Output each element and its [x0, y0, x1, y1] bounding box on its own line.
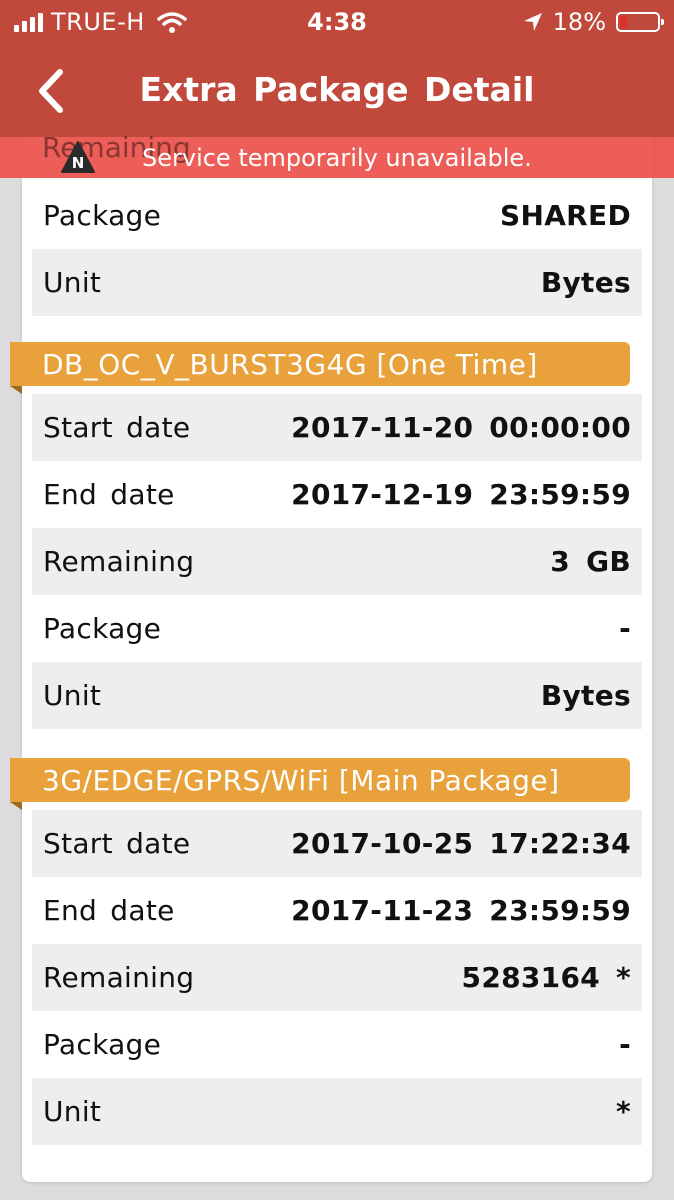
- svg-text:N: N: [72, 154, 85, 172]
- row-value: 3 GB: [550, 545, 631, 578]
- battery-percent: 18%: [552, 8, 606, 36]
- detail-row-unit: Unit Bytes: [32, 662, 642, 729]
- section-header-burst: DB_OC_V_BURST3G4G [One Time]: [10, 342, 630, 394]
- row-label: Package: [43, 1028, 162, 1061]
- package-detail-card: Package SHARED Unit Bytes DB_OC_V_BURST3…: [10, 120, 652, 1182]
- row-value: SHARED: [500, 199, 631, 232]
- row-value: -: [619, 1028, 631, 1061]
- row-label: Unit: [43, 679, 102, 712]
- row-value: Bytes: [540, 266, 631, 299]
- row-label: End date: [43, 478, 175, 511]
- row-label: Unit: [43, 266, 102, 299]
- status-bar: TRUE-H 4:38 18%: [0, 0, 674, 46]
- detail-row-end-date: End date 2017-11-23 23:59:59: [32, 877, 642, 944]
- row-label: End date: [43, 894, 175, 927]
- row-value: 5283164 *: [461, 961, 631, 994]
- row-value: Bytes: [540, 679, 631, 712]
- row-value: 2017-11-23 23:59:59: [291, 894, 631, 927]
- battery-icon: [616, 12, 664, 32]
- detail-row-unit: Unit Bytes: [32, 249, 642, 316]
- warning-message: Service temporarily unavailable.: [142, 144, 532, 172]
- location-arrow-icon: [523, 13, 542, 31]
- row-value: 2017-10-25 17:22:34: [291, 827, 631, 860]
- detail-row-remaining: Remaining 3 GB: [32, 528, 642, 595]
- detail-row-package: Package -: [32, 1011, 642, 1078]
- warning-icon: N: [61, 141, 95, 173]
- page-title: Extra Package Detail: [139, 70, 535, 109]
- detail-row-start-date: Start date 2017-10-25 17:22:34: [32, 810, 642, 877]
- row-label: Remaining: [43, 545, 195, 578]
- row-value: *: [616, 1095, 631, 1128]
- row-value: 2017-12-19 23:59:59: [291, 478, 631, 511]
- detail-row-package: Package SHARED: [32, 182, 642, 249]
- row-value: -: [619, 612, 631, 645]
- detail-row-unit: Unit *: [32, 1078, 642, 1145]
- detail-row-remaining: Remaining 5283164 *: [32, 944, 642, 1011]
- detail-row-end-date: End date 2017-12-19 23:59:59: [32, 461, 642, 528]
- row-label: Remaining: [43, 961, 195, 994]
- section-header-main-package: 3G/EDGE/GPRS/WiFi [Main Package]: [10, 758, 630, 810]
- detail-row-package: Package -: [32, 595, 642, 662]
- row-value: 2017-11-20 00:00:00: [291, 411, 631, 444]
- row-label: Unit: [43, 1095, 102, 1128]
- row-label: Start date: [43, 827, 191, 860]
- navigation-bar: Extra Package Detail: [0, 46, 674, 137]
- service-warning-banner[interactable]: Remaining N Service temporarily unavaila…: [0, 131, 674, 178]
- row-label: Package: [43, 199, 162, 232]
- top-bar: TRUE-H 4:38 18% Extra Package Detail: [0, 0, 674, 137]
- status-right: 18%: [523, 8, 664, 36]
- row-label: Start date: [43, 411, 191, 444]
- detail-row-start-date: Start date 2017-11-20 00:00:00: [32, 394, 642, 461]
- row-label: Package: [43, 612, 162, 645]
